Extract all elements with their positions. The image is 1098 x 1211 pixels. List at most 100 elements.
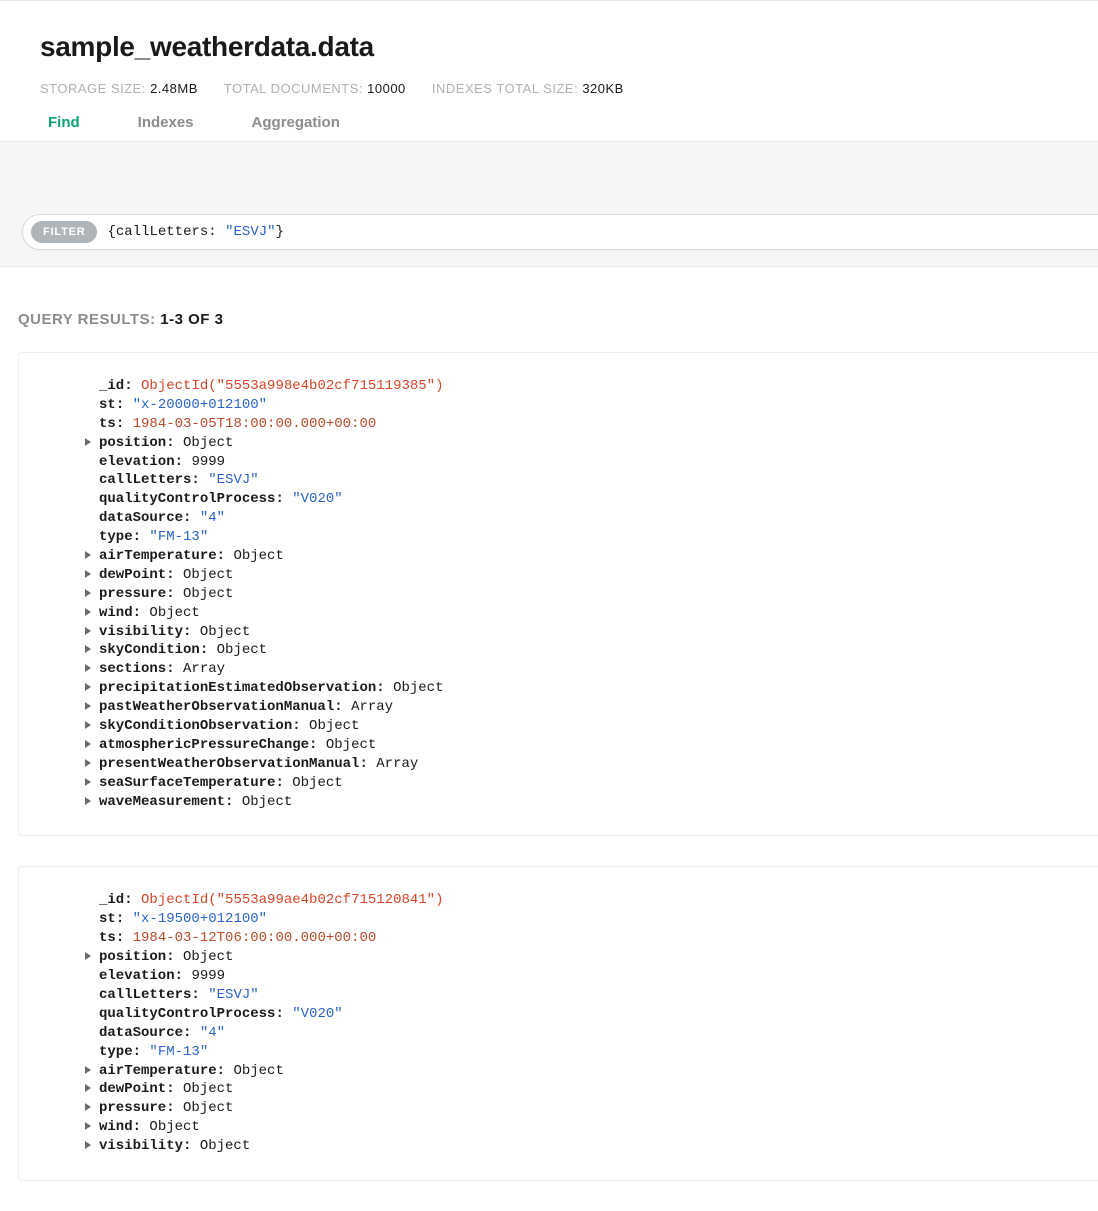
chevron-right-icon[interactable]: [85, 570, 91, 578]
field-value: "4": [200, 1025, 225, 1041]
chevron-right-icon[interactable]: [85, 645, 91, 653]
chevron-right-icon[interactable]: [85, 721, 91, 729]
field-colon: :: [334, 699, 351, 715]
field-colon: :: [183, 1025, 200, 1041]
document-card: _id: ObjectId("5553a99ae4b02cf715120841"…: [18, 866, 1098, 1180]
field-value: Object: [309, 718, 359, 734]
field-key: skyCondition: [99, 642, 200, 658]
field-value: Object: [149, 605, 199, 621]
field-value: Object: [292, 775, 342, 791]
field-value: Object: [183, 435, 233, 451]
field-key: st: [99, 397, 116, 413]
field-row: pressure: Object: [99, 1099, 1098, 1118]
field-value: 1984-03-05T18:00:00.000+00:00: [133, 416, 377, 432]
chevron-right-icon[interactable]: [85, 1122, 91, 1130]
field-key: wind: [99, 605, 133, 621]
document-card: _id: ObjectId("5553a998e4b02cf715119385"…: [18, 352, 1098, 836]
field-row: skyConditionObservation: Object: [99, 717, 1098, 736]
field-row: position: Object: [99, 434, 1098, 453]
chevron-right-icon[interactable]: [85, 608, 91, 616]
total-documents-value: 10000: [367, 81, 406, 96]
field-colon: :: [183, 624, 200, 640]
field-value: Object: [149, 1119, 199, 1135]
tab-find[interactable]: Find: [48, 114, 80, 141]
chevron-right-icon[interactable]: [85, 1066, 91, 1074]
field-row: atmosphericPressureChange: Object: [99, 736, 1098, 755]
chevron-right-icon[interactable]: [85, 778, 91, 786]
storage-size-label: STORAGE SIZE:: [40, 81, 146, 96]
field-colon: :: [359, 756, 376, 772]
field-colon: :: [166, 567, 183, 583]
field-key: st: [99, 911, 116, 927]
field-key: elevation: [99, 968, 175, 984]
chevron-right-icon[interactable]: [85, 702, 91, 710]
field-colon: :: [166, 1081, 183, 1097]
field-colon: :: [225, 794, 242, 810]
field-row: st: "x-19500+012100": [99, 910, 1098, 929]
field-key: type: [99, 1044, 133, 1060]
field-colon: :: [133, 1044, 150, 1060]
field-key: skyConditionObservation: [99, 718, 292, 734]
field-value: ObjectId("5553a998e4b02cf715119385"): [141, 378, 443, 394]
field-colon: :: [175, 968, 192, 984]
field-colon: :: [166, 435, 183, 451]
field-key: visibility: [99, 624, 183, 640]
field-key: dataSource: [99, 510, 183, 526]
chevron-right-icon[interactable]: [85, 438, 91, 446]
chevron-right-icon[interactable]: [85, 1084, 91, 1092]
field-row: callLetters: "ESVJ": [99, 471, 1098, 490]
field-row: waveMeasurement: Object: [99, 793, 1098, 812]
field-colon: :: [217, 1063, 234, 1079]
field-value: "V020": [292, 1006, 342, 1022]
field-key: ts: [99, 930, 116, 946]
field-key: presentWeatherObservationManual: [99, 756, 359, 772]
filter-bar[interactable]: FILTER {callLetters: "ESVJ"}: [22, 214, 1098, 250]
field-row: qualityControlProcess: "V020": [99, 1005, 1098, 1024]
chevron-right-icon[interactable]: [85, 627, 91, 635]
chevron-right-icon[interactable]: [85, 589, 91, 597]
filter-input[interactable]: {callLetters: "ESVJ"}: [107, 224, 1088, 240]
field-key: position: [99, 949, 166, 965]
field-row: dataSource: "4": [99, 1024, 1098, 1043]
field-row: elevation: 9999: [99, 967, 1098, 986]
field-value: Object: [326, 737, 376, 753]
filter-value: "ESVJ": [225, 224, 275, 240]
chevron-right-icon[interactable]: [85, 952, 91, 960]
field-colon: :: [217, 548, 234, 564]
filter-area: FILTER {callLetters: "ESVJ"}: [0, 141, 1098, 267]
field-row: precipitationEstimatedObservation: Objec…: [99, 679, 1098, 698]
field-key: pressure: [99, 1100, 166, 1116]
tab-bar: Find Indexes Aggregation: [40, 114, 1058, 141]
field-value: Object: [183, 1100, 233, 1116]
chevron-right-icon[interactable]: [85, 1103, 91, 1111]
results-count: 1-3 OF 3: [160, 311, 223, 328]
field-value: 1984-03-12T06:00:00.000+00:00: [133, 930, 377, 946]
field-colon: :: [124, 892, 141, 908]
field-colon: :: [292, 718, 309, 734]
field-colon: :: [116, 930, 133, 946]
chevron-right-icon[interactable]: [85, 683, 91, 691]
field-value: 9999: [191, 454, 225, 470]
field-key: callLetters: [99, 987, 191, 1003]
field-row: elevation: 9999: [99, 453, 1098, 472]
field-key: dewPoint: [99, 567, 166, 583]
field-value: Object: [183, 586, 233, 602]
field-row: airTemperature: Object: [99, 547, 1098, 566]
chevron-right-icon[interactable]: [85, 664, 91, 672]
field-key: atmosphericPressureChange: [99, 737, 309, 753]
tab-aggregation[interactable]: Aggregation: [252, 114, 340, 141]
field-colon: :: [166, 949, 183, 965]
chevron-right-icon[interactable]: [85, 759, 91, 767]
chevron-right-icon[interactable]: [85, 797, 91, 805]
tab-indexes[interactable]: Indexes: [138, 114, 194, 141]
chevron-right-icon[interactable]: [85, 1141, 91, 1149]
field-value: Object: [183, 1081, 233, 1097]
field-row: st: "x-20000+012100": [99, 396, 1098, 415]
chevron-right-icon[interactable]: [85, 740, 91, 748]
storage-size-value: 2.48MB: [150, 81, 198, 96]
field-key: sections: [99, 661, 166, 677]
filter-brace-open: {: [107, 224, 115, 240]
field-colon: :: [116, 397, 133, 413]
field-colon: :: [166, 1100, 183, 1116]
chevron-right-icon[interactable]: [85, 551, 91, 559]
